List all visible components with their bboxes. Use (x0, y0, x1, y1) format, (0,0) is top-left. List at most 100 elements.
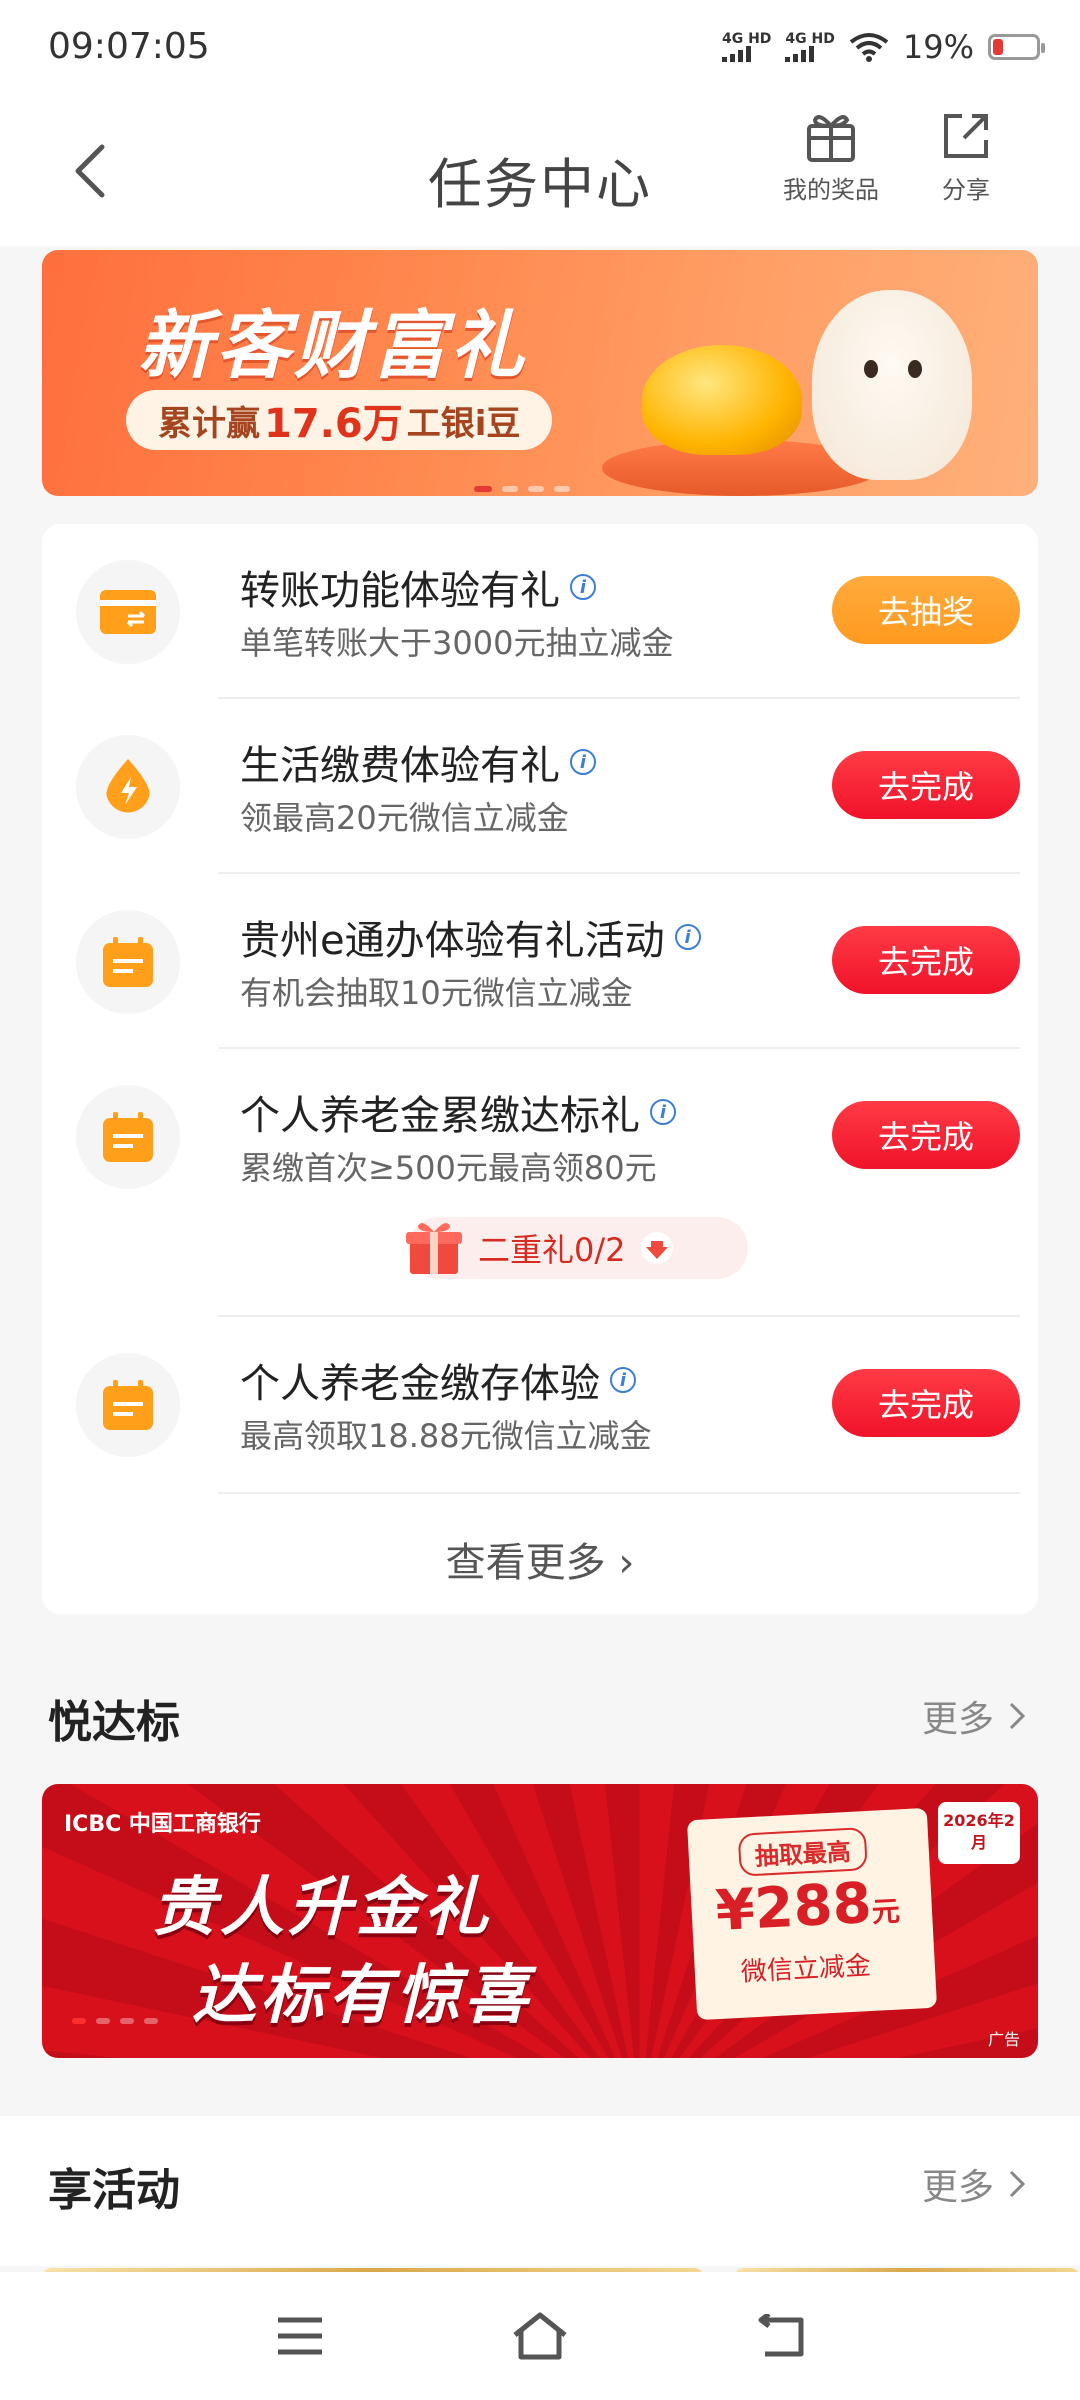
info-icon[interactable]: i (610, 1367, 636, 1393)
task-item-pension-deposit: 个人养老金缴存体验 i 最高领取18.88元微信立减金 去完成 (42, 1317, 1038, 1492)
task-item-utility: 生活缴费体验有礼 i 领最高20元微信立减金 去完成 (42, 699, 1038, 874)
task-name: 个人养老金累缴达标礼 i (240, 1083, 676, 1141)
ad-voucher: 抽取最高 ¥288元 微信立减金 (686, 1807, 938, 2021)
ad-label: 广告 (987, 2030, 1020, 2049)
ad-date-badge: 2026年2月 (938, 1802, 1020, 1864)
my-prizes-label: 我的奖品 (783, 176, 879, 204)
task-name-text: 贵州e通办体验有礼活动 (240, 918, 665, 964)
ad-voucher-amount: ¥288元 (714, 1869, 901, 1944)
ad-headline-1: 贵人升金礼 (152, 1871, 492, 1945)
arrow-down-icon (640, 1232, 673, 1264)
task-item-pension-target: 个人养老金累缴达标礼 i 累缴首次≥500元最高领80元 去完成 二重礼0/2 (42, 1049, 1038, 1315)
status-icons: 4G HD 4G HD 19% (721, 28, 1045, 66)
task-name-text: 生活缴费体验有礼 (240, 743, 560, 789)
view-more-link[interactable]: 查看更多 › (42, 1530, 1038, 1588)
ad-unit: 元 (870, 1894, 901, 1929)
banner-pagination (474, 486, 570, 492)
share-button[interactable]: 分享 (906, 108, 1026, 205)
menu-button[interactable] (270, 2306, 330, 2366)
complete-button[interactable]: 去完成 (832, 751, 1020, 819)
task-item-transfer: 转账功能体验有礼 i 单笔转账大于3000元抽立减金 去抽奖 (42, 524, 1038, 699)
task-icon-wrap (76, 560, 180, 664)
chevron-right-icon: › (605, 1540, 635, 1586)
ad-voucher-tag: 抽取最高 (737, 1827, 868, 1877)
signal-bars-icon (785, 46, 815, 62)
lightning-drop-icon (106, 759, 150, 813)
system-nav-bar (0, 2272, 1080, 2400)
return-icon (758, 2314, 804, 2357)
task-desc: 累缴首次≥500元最高领80元 (240, 1149, 657, 1187)
section-more-yuedabiao[interactable]: 更多 (922, 1690, 1026, 1742)
banner-pill: 累计赢 17.6万 工银i豆 (126, 390, 553, 450)
section-title-yuedabiao: 悦达标 (48, 1697, 180, 1748)
calendar-icon (103, 1112, 153, 1162)
section-more-activities[interactable]: 更多 (922, 2158, 1026, 2210)
ad-headline-2: 达标有惊喜 (192, 1959, 532, 2033)
task-desc: 领最高20元微信立减金 (240, 799, 569, 837)
home-button[interactable] (510, 2306, 570, 2366)
task-list-card: 转账功能体验有礼 i 单笔转账大于3000元抽立减金 去抽奖 生活缴费体验有礼 i … (42, 524, 1038, 1614)
pill-suffix: 工银i豆 (406, 403, 521, 444)
elephant-mascot-image (812, 290, 972, 480)
gift-icon (807, 115, 855, 162)
more-label: 更多 (921, 1699, 994, 1740)
task-desc: 单笔转账大于3000元抽立减金 (240, 624, 674, 662)
task-icon-wrap (76, 735, 180, 839)
card-transfer-icon (100, 590, 156, 634)
share-icon (944, 114, 988, 158)
my-prizes-button[interactable]: 我的奖品 (771, 108, 891, 205)
complete-button[interactable]: 去完成 (832, 1101, 1020, 1169)
signal-bars-icon (721, 46, 751, 62)
pill-prefix: 累计赢 (158, 403, 260, 444)
status-time: 09:07:05 (48, 26, 210, 67)
task-name: 贵州e通办体验有礼活动 i (240, 908, 701, 966)
gift-badge-label: 二重礼0/2 (478, 1231, 626, 1269)
task-icon-wrap (76, 1085, 180, 1189)
task-desc: 有机会抽取10元微信立减金 (240, 974, 633, 1012)
signal-1: 4G HD (721, 31, 772, 62)
chevron-right-icon (1009, 1702, 1026, 1730)
battery-percent: 19% (902, 28, 974, 66)
share-label: 分享 (942, 176, 990, 204)
battery-icon (988, 34, 1045, 60)
ad-voucher-desc: 微信立减金 (740, 1951, 872, 1988)
network-label-2: 4G HD (785, 31, 835, 47)
task-name: 生活缴费体验有礼 i (240, 733, 596, 791)
banner-title: 新客财富礼 (138, 303, 528, 389)
info-icon[interactable]: i (674, 924, 701, 950)
task-name-text: 转账功能体验有礼 (240, 568, 560, 614)
view-more-label: 查看更多 (445, 1540, 606, 1586)
status-bar: 09:07:05 4G HD 4G HD 19% (0, 0, 1080, 96)
ad-amount: ¥288 (714, 1870, 874, 1944)
section-title-activities: 享活动 (48, 2165, 180, 2216)
back-nav-button[interactable] (750, 2306, 810, 2366)
top-header: 任务中心 我的奖品 分享 (0, 96, 1080, 246)
calendar-icon (103, 937, 153, 987)
complete-button[interactable]: 去完成 (832, 926, 1020, 994)
task-icon-wrap (76, 910, 180, 1014)
task-name: 转账功能体验有礼 i (240, 558, 596, 616)
home-icon (513, 2312, 567, 2360)
task-desc: 最高领取18.88元微信立减金 (240, 1417, 652, 1455)
task-name: 个人养老金缴存体验 i (240, 1351, 636, 1409)
complete-button[interactable]: 去完成 (832, 1369, 1020, 1437)
icbc-logo: ICBC 中国工商银行 (64, 1812, 261, 1837)
ad-pagination (72, 2018, 158, 2024)
info-icon[interactable]: i (570, 749, 596, 775)
task-item-guizhou: 贵州e通办体验有礼活动 i 有机会抽取10元微信立减金 去完成 (42, 874, 1038, 1049)
calendar-icon (103, 1380, 153, 1430)
menu-icon (278, 2317, 322, 2355)
chevron-right-icon (1009, 2170, 1026, 2198)
gift-badge[interactable]: 二重礼0/2 (406, 1217, 748, 1279)
wifi-icon (849, 33, 889, 62)
network-label-1: 4G HD (721, 31, 772, 47)
info-icon[interactable]: i (650, 1099, 676, 1125)
more-label: 更多 (921, 2167, 994, 2208)
ad-banner[interactable]: ICBC 中国工商银行 贵人升金礼 达标有惊喜 抽取最高 ¥288元 微信立减金… (42, 1784, 1038, 2058)
gold-ingot-image (642, 345, 802, 455)
signal-2: 4G HD (785, 31, 835, 62)
info-icon[interactable]: i (570, 574, 596, 600)
draw-button[interactable]: 去抽奖 (832, 576, 1020, 644)
promo-banner[interactable]: 新客财富礼 累计赢 17.6万 工银i豆 (42, 250, 1038, 496)
pill-amount: 17.6万 (264, 401, 403, 447)
